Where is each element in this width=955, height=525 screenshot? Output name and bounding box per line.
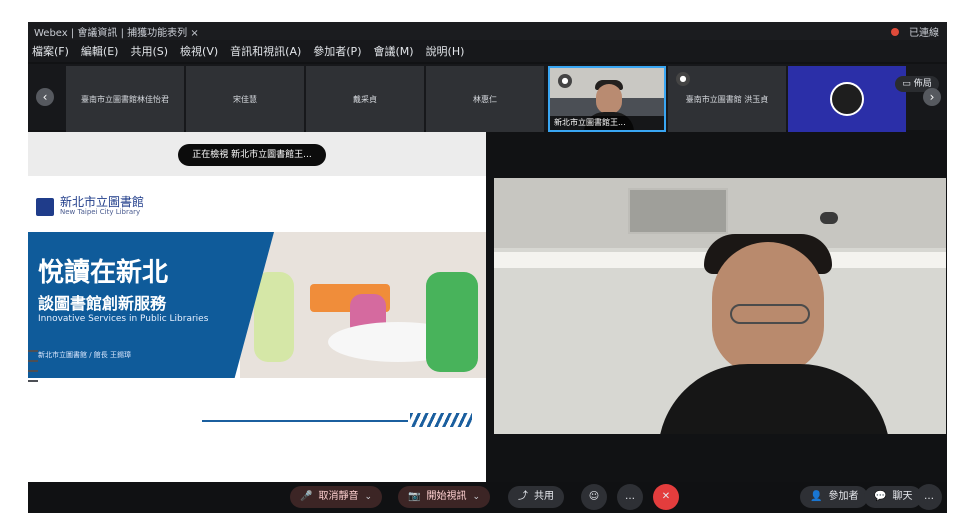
webex-window: Webex | 會議資訊 | 捕獲功能表列 × 已連線 檔案(F) 編輯(E) … <box>28 22 947 513</box>
connection-status: 已連線 <box>891 24 939 39</box>
slide-accent-stripes <box>410 413 472 427</box>
speaker-body <box>658 364 890 434</box>
tool-line[interactable] <box>28 370 38 372</box>
lock-icon: ● <box>676 72 690 86</box>
menu-edit[interactable]: 編輯(E) <box>81 43 119 59</box>
library-logo-icon <box>36 197 54 216</box>
participant-tile-1[interactable]: 臺南市立圖書館林佳怡君 <box>66 66 184 132</box>
obs-logo-icon <box>830 82 864 116</box>
slide-subtitle: 談圖書館創新服務 <box>38 294 167 313</box>
meeting-toolbar: 🎤 取消靜音 ⌄ 📷 開始視訊 ⌄ ⤴ 共用 ☺ … ✕ 👤 參加者 💬 聊天 <box>28 482 947 513</box>
active-speaker-video <box>494 178 946 434</box>
menu-view[interactable]: 檢視(V) <box>180 43 218 59</box>
participants-label: 參加者 <box>828 491 859 502</box>
participants-icon: 👤 <box>810 491 823 502</box>
slide-photo <box>240 232 486 378</box>
slide-logo: 新北市立圖書館 New Taipei City Library <box>36 196 144 217</box>
next-page-button[interactable]: › <box>923 88 941 106</box>
participant-tile-3[interactable]: 戴采貞 <box>306 66 424 132</box>
share-label: 共用 <box>534 491 554 502</box>
tile-avatar-face <box>596 84 622 114</box>
participant-name: 臺南市立圖書館林佳怡君 <box>81 94 169 104</box>
more-icon: … <box>625 491 635 502</box>
layout-icon: ▭ <box>902 79 911 89</box>
lock-icon: ● <box>558 74 572 88</box>
menu-share[interactable]: 共用(S) <box>130 43 168 59</box>
chat-button[interactable]: 💬 聊天 <box>864 486 923 508</box>
participant-tile-obs[interactable] <box>788 66 906 132</box>
close-icon: ✕ <box>661 491 671 502</box>
share-icon: ⤴ <box>518 491 528 502</box>
photo-shape <box>254 272 294 362</box>
participant-name: 戴采貞 <box>353 94 377 104</box>
more-options-button[interactable]: … <box>617 484 643 510</box>
participant-name: 新北市立圖書館王... <box>550 116 664 130</box>
reactions-button[interactable]: ☺ <box>581 484 607 510</box>
chat-label: 聊天 <box>892 491 913 502</box>
more-panels-button[interactable]: … <box>916 484 942 510</box>
speaker-glasses <box>730 304 810 324</box>
menu-audio-video[interactable]: 音訊和視訊(A) <box>230 43 301 59</box>
menu-participants[interactable]: 參加者(P) <box>313 43 361 59</box>
annotation-toolbar[interactable] <box>28 342 38 482</box>
slide-english: Innovative Services in Public Libraries <box>38 314 209 324</box>
participant-tile-6[interactable]: ● 臺南市立圖書館 洪玉貞 <box>668 66 786 132</box>
mic-off-icon: 🎤 <box>300 491 313 502</box>
slide-accent-line <box>202 420 408 422</box>
chat-icon: 💬 <box>874 491 887 502</box>
chevron-down-icon: ⌄ <box>472 492 480 502</box>
slide-title: 悅讀在新北 <box>38 258 169 288</box>
participant-tile-4[interactable]: 林惠仁 <box>426 66 544 132</box>
slide-author: 新北市立圖書館 / 館長 王錫璋 <box>38 351 132 359</box>
logo-cn: 新北市立圖書館 <box>60 195 145 209</box>
unmute-button[interactable]: 🎤 取消靜音 ⌄ <box>290 486 382 508</box>
menu-bar: 檔案(F) 編輯(E) 共用(S) 檢視(V) 音訊和視訊(A) 參加者(P) … <box>28 40 947 62</box>
viewing-banner: 正在檢視 新北市立圖書館王... <box>178 144 326 166</box>
prev-page-button[interactable]: ‹ <box>36 88 54 106</box>
tool-line[interactable] <box>28 350 38 352</box>
more-icon: … <box>924 491 934 502</box>
tool-line[interactable] <box>28 360 38 362</box>
record-icon <box>891 27 899 36</box>
menu-help[interactable]: 說明(H) <box>426 43 465 59</box>
participant-strip: ‹ 臺南市立圖書館林佳怡君 宋佳慧 戴采貞 林惠仁 ● 新北市立圖書館王... … <box>28 64 947 132</box>
chevron-down-icon: ⌄ <box>364 492 372 502</box>
slide-title-panel: 悅讀在新北 談圖書館創新服務 Innovative Services in Pu… <box>28 232 274 378</box>
participant-tile-active[interactable]: ● 新北市立圖書館王... <box>548 66 666 132</box>
window-title: Webex | 會議資訊 | 捕獲功能表列 × <box>34 28 199 39</box>
leave-meeting-button[interactable]: ✕ <box>653 484 679 510</box>
emoji-icon: ☺ <box>588 491 600 502</box>
title-bar: Webex | 會議資訊 | 捕獲功能表列 × 已連線 <box>28 22 947 40</box>
video-camera <box>820 212 838 224</box>
tool-line[interactable] <box>28 380 38 382</box>
start-video-button[interactable]: 📷 開始視訊 ⌄ <box>398 486 490 508</box>
menu-meeting[interactable]: 會議(M) <box>373 43 413 59</box>
video-vent <box>628 188 728 234</box>
video-off-icon: 📷 <box>408 491 421 502</box>
participant-name: 宋佳慧 <box>233 94 257 104</box>
unmute-label: 取消靜音 <box>318 491 359 502</box>
logo-en: New Taipei City Library <box>60 208 141 216</box>
connection-label: 已連線 <box>909 28 939 39</box>
menu-file[interactable]: 檔案(F) <box>32 43 69 59</box>
start-video-label: 開始視訊 <box>426 491 467 502</box>
share-button[interactable]: ⤴ 共用 <box>508 486 564 508</box>
logo-text-block: 新北市立圖書館 New Taipei City Library <box>60 196 144 217</box>
photo-shape <box>426 272 478 372</box>
shared-content: 新北市立圖書館 New Taipei City Library 悅讀在新北 談圖… <box>28 132 486 498</box>
participant-tile-2[interactable]: 宋佳慧 <box>186 66 304 132</box>
participant-name: 臺南市立圖書館 洪玉貞 <box>685 94 769 104</box>
participants-button[interactable]: 👤 參加者 <box>800 486 869 508</box>
participant-name: 林惠仁 <box>473 94 497 104</box>
